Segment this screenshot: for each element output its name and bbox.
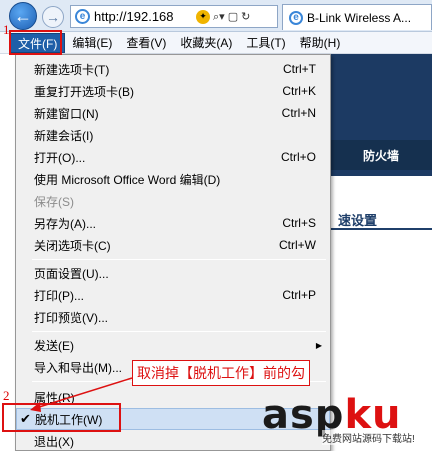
watermark-subtitle: 免费网站源码下载站! [322,430,415,445]
callout-text: 取消掉【脱机工作】前的勾 [132,360,310,386]
